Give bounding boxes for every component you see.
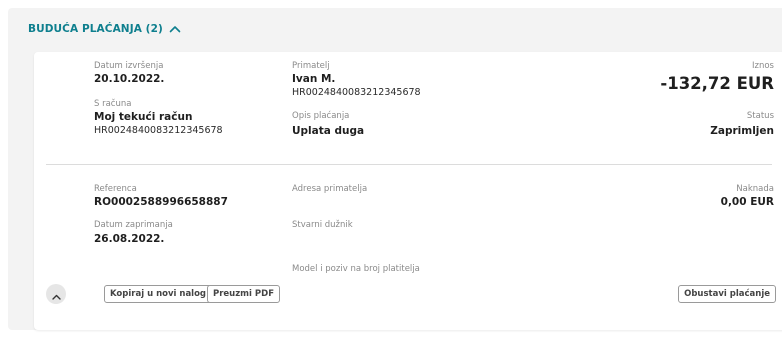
payer-model-label: Model i poziv na broj platitelja — [292, 264, 420, 274]
recipient-iban: HR0024840083212345678 — [292, 87, 421, 98]
download-pdf-button[interactable]: Preuzmi PDF — [207, 285, 281, 303]
from-account-iban: HR0024840083212345678 — [94, 125, 223, 136]
status-label: Status — [746, 111, 774, 121]
from-account-name: Moj tekući račun — [94, 111, 193, 123]
copy-to-new-order-button[interactable]: Kopiraj u novi nalog — [104, 285, 213, 303]
collapse-details-button[interactable] — [46, 284, 66, 304]
actual-debtor-label: Stvarni dužnik — [292, 220, 353, 230]
fee-label: Naknada — [736, 184, 774, 194]
execution-date-label: Datum izvršenja — [94, 61, 164, 71]
fee-value: 0,00 EUR — [720, 196, 774, 208]
card-divider — [46, 164, 772, 165]
chevron-up-icon[interactable] — [169, 25, 181, 33]
cancel-payment-button[interactable]: Obustavi plaćanje — [678, 285, 776, 303]
chevron-up-icon — [51, 285, 61, 304]
from-account-label: S računa — [94, 99, 132, 109]
section-title: BUDUĆA PLAĆANJA (2) — [28, 23, 163, 35]
amount-label: Iznos — [752, 61, 774, 71]
future-payments-header[interactable]: BUDUĆA PLAĆANJA (2) — [28, 19, 181, 39]
received-date: 26.08.2022. — [94, 233, 165, 245]
recipient-address-label: Adresa primatelja — [292, 184, 368, 194]
amount-value: -132,72 EUR — [660, 74, 774, 93]
recipient-name: Ivan M. — [292, 73, 336, 85]
description-label: Opis plaćanja — [292, 111, 350, 121]
future-payments-panel: BUDUĆA PLAĆANJA (2) Datum izvršenja 20.1… — [8, 8, 782, 330]
received-date-label: Datum zaprimanja — [94, 220, 173, 230]
description: Uplata duga — [292, 125, 365, 137]
payment-card: Datum izvršenja 20.10.2022. S računa Moj… — [34, 52, 782, 330]
reference-value: RO0002588996658887 — [94, 196, 228, 208]
status-value: Zaprimljen — [710, 125, 774, 137]
reference-label: Referenca — [94, 184, 137, 194]
recipient-label: Primatelj — [292, 61, 330, 71]
execution-date: 20.10.2022. — [94, 73, 165, 85]
